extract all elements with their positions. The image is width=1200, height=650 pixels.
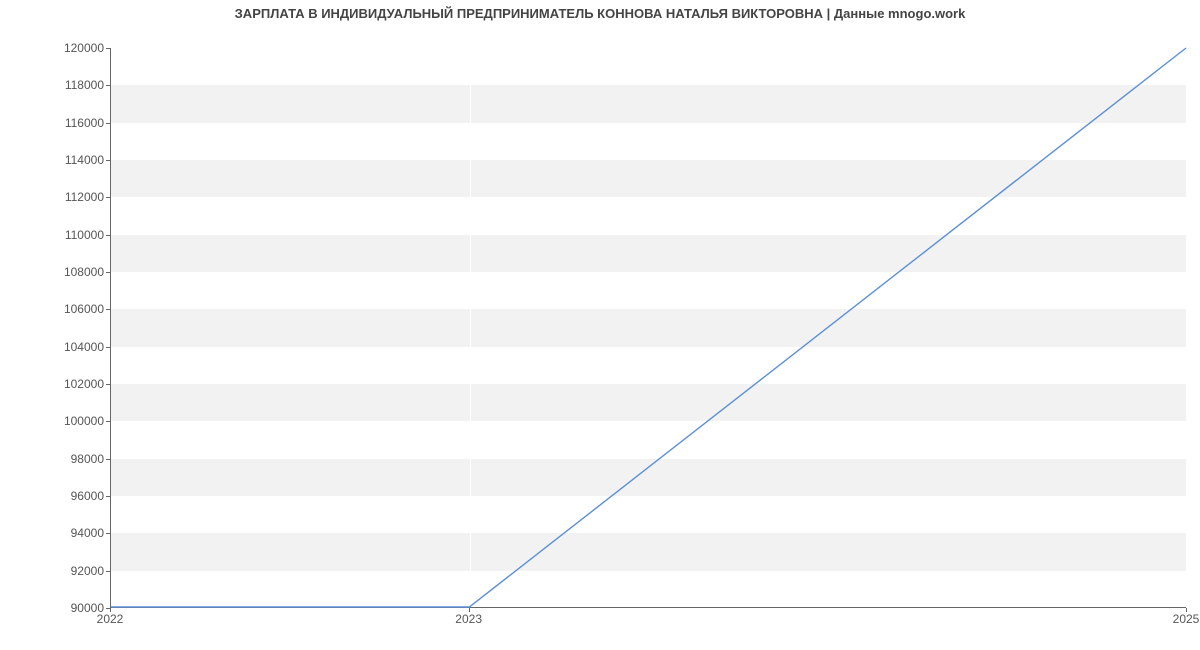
chart-container: ЗАРПЛАТА В ИНДИВИДУАЛЬНЫЙ ПРЕДПРИНИМАТЕЛ… <box>0 0 1200 650</box>
y-tick-label: 96000 <box>44 489 104 503</box>
x-tick-mark <box>469 608 470 612</box>
y-tick-mark <box>106 347 110 348</box>
y-tick-label: 98000 <box>44 452 104 466</box>
y-tick-label: 94000 <box>44 526 104 540</box>
series-line <box>111 48 1186 607</box>
x-tick-label: 2022 <box>97 612 124 626</box>
y-tick-label: 114000 <box>44 153 104 167</box>
y-tick-mark <box>106 123 110 124</box>
y-tick-label: 100000 <box>44 414 104 428</box>
y-tick-label: 106000 <box>44 302 104 316</box>
y-tick-label: 92000 <box>44 564 104 578</box>
y-tick-label: 118000 <box>44 78 104 92</box>
y-tick-mark <box>106 384 110 385</box>
y-tick-label: 90000 <box>44 601 104 615</box>
y-tick-label: 112000 <box>44 190 104 204</box>
x-tick-mark <box>1186 608 1187 612</box>
y-tick-label: 104000 <box>44 340 104 354</box>
y-tick-mark <box>106 496 110 497</box>
y-tick-label: 102000 <box>44 377 104 391</box>
y-tick-mark <box>106 272 110 273</box>
y-tick-mark <box>106 85 110 86</box>
y-tick-mark <box>106 421 110 422</box>
y-tick-mark <box>106 533 110 534</box>
x-tick-label: 2025 <box>1173 612 1200 626</box>
y-tick-label: 120000 <box>44 41 104 55</box>
x-tick-label: 2023 <box>455 612 482 626</box>
line-series <box>111 48 1186 607</box>
x-tick-mark <box>110 608 111 612</box>
y-tick-mark <box>106 197 110 198</box>
y-tick-mark <box>106 309 110 310</box>
y-tick-mark <box>106 459 110 460</box>
plot-area <box>110 48 1186 608</box>
y-tick-mark <box>106 160 110 161</box>
y-tick-mark <box>106 235 110 236</box>
y-tick-label: 108000 <box>44 265 104 279</box>
chart-title: ЗАРПЛАТА В ИНДИВИДУАЛЬНЫЙ ПРЕДПРИНИМАТЕЛ… <box>0 6 1200 21</box>
y-tick-label: 110000 <box>44 228 104 242</box>
y-tick-mark <box>106 571 110 572</box>
y-tick-mark <box>106 48 110 49</box>
y-tick-label: 116000 <box>44 116 104 130</box>
